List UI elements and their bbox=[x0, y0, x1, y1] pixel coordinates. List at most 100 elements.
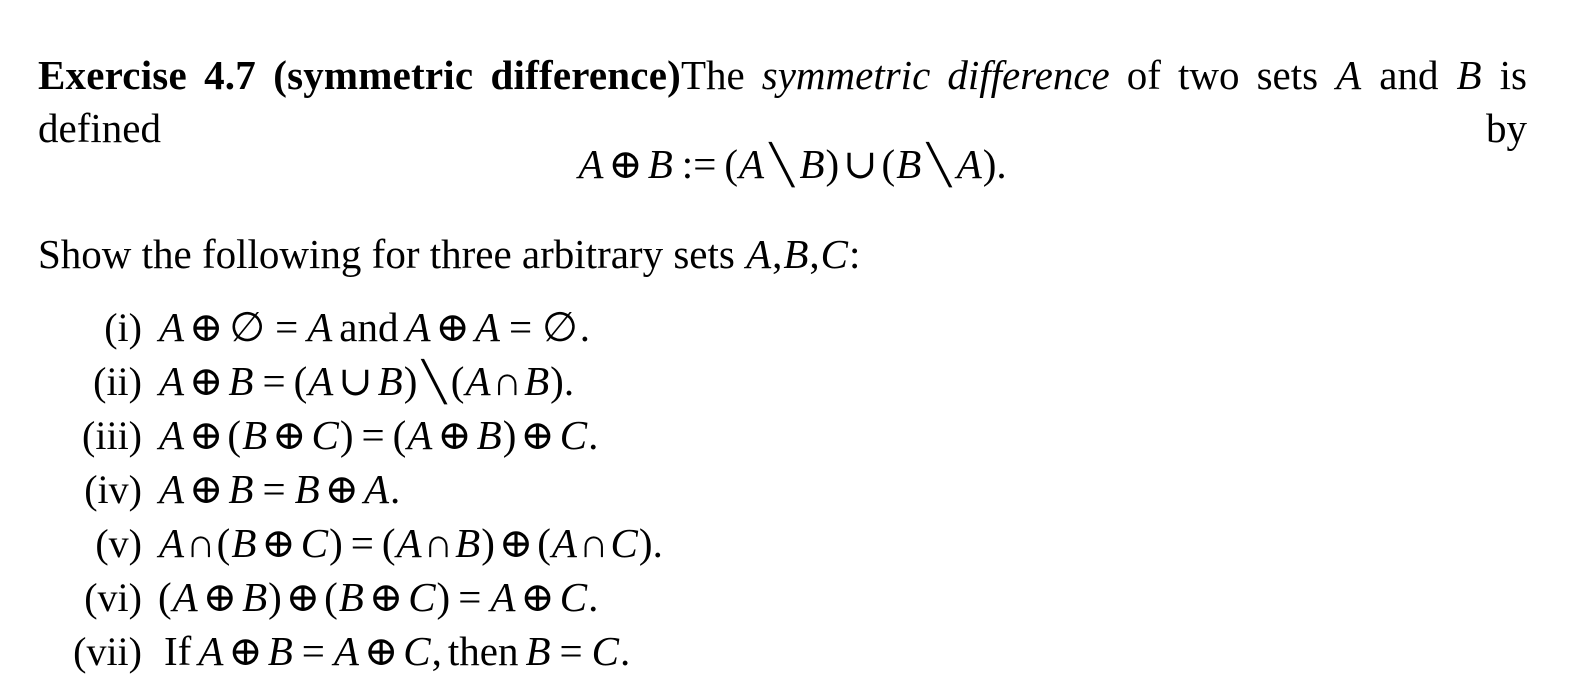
math-relation: = bbox=[350, 520, 374, 566]
intro-var-b: B bbox=[1456, 52, 1482, 98]
math-variable: A bbox=[465, 358, 491, 404]
math-operator-icon: ⊕ bbox=[189, 466, 224, 512]
math-variable: A bbox=[159, 358, 185, 404]
document-page: Exercise 4.7 (symmetric difference)The s… bbox=[0, 0, 1584, 696]
show-var-b: B bbox=[783, 231, 809, 277]
math-operator-icon: ⊕ bbox=[189, 412, 224, 458]
eq-open-paren-2: ( bbox=[881, 141, 896, 187]
math-operator-icon: ⊕ bbox=[363, 628, 399, 674]
math-punctuation: . bbox=[620, 628, 631, 674]
emptyset-icon: ∅ bbox=[229, 304, 266, 350]
display-equation: A ⊕ B:= (A ╲ B)∪(B ╲ A). bbox=[0, 138, 1584, 192]
show-colon: : bbox=[849, 231, 861, 277]
show-var-c: C bbox=[820, 231, 849, 277]
math-paren: ) bbox=[403, 358, 418, 404]
math-variable: B bbox=[228, 466, 254, 512]
math-operator-icon: ⊕ bbox=[520, 412, 555, 458]
math-variable: B bbox=[524, 358, 550, 404]
list-item-statement: A∩(B ⊕ C) = (A∩B)⊕(A∩C). bbox=[142, 516, 663, 570]
exercise-heading: Exercise 4.7 (symmetric difference) bbox=[38, 52, 681, 98]
math-variable: A bbox=[198, 628, 224, 674]
math-punctuation: . bbox=[563, 358, 575, 404]
exercise-item-list: (i) A ⊕ ∅ = Aand A ⊕ A = ∅. (ii) A ⊕ B = (A ∪ B) ╲ (A∩B). (ii… bbox=[38, 300, 1438, 678]
math-operator-icon: ⊕ bbox=[285, 574, 321, 620]
emptyset-icon: ∅ bbox=[542, 304, 578, 350]
math-variable: A bbox=[396, 520, 422, 566]
math-operator-icon: ∩ bbox=[492, 358, 523, 404]
math-relation: = bbox=[559, 628, 583, 674]
math-operator-icon: ⊕ bbox=[272, 412, 307, 458]
math-variable: A bbox=[307, 304, 333, 350]
math-variable: B bbox=[228, 358, 254, 404]
intro-var-a: A bbox=[1336, 52, 1362, 98]
exercise-list-item: (v) A∩(B ⊕ C) = (A∩B)⊕(A∩C). bbox=[38, 516, 1438, 570]
list-item-label: (v) bbox=[95, 521, 142, 566]
math-variable: A bbox=[159, 304, 185, 350]
oplus-icon: ⊕ bbox=[608, 141, 643, 187]
eq-close-paren-2: ) bbox=[982, 141, 997, 187]
math-relation: = bbox=[361, 412, 385, 458]
math-operator-icon: ⊕ bbox=[189, 304, 224, 350]
exercise-list-item: (vii) If A ⊕ B = A ⊕ C, then B = C. bbox=[38, 624, 1438, 678]
math-variable: A bbox=[490, 574, 516, 620]
math-variable: C bbox=[591, 628, 620, 674]
math-variable: B bbox=[242, 412, 268, 458]
exercise-list-item: (iii) A ⊕(B ⊕ C) = (A ⊕ B)⊕ C. bbox=[38, 408, 1438, 462]
math-variable: C bbox=[559, 574, 588, 620]
show-comma-1: , bbox=[772, 231, 783, 277]
math-variable: B bbox=[525, 628, 551, 674]
math-paren: ( bbox=[392, 412, 407, 458]
math-relation: = bbox=[301, 628, 325, 674]
math-paren: ( bbox=[450, 358, 465, 404]
eq-lhs-b: B bbox=[647, 141, 673, 187]
list-item-statement: A ⊕(B ⊕ C) = (A ⊕ B)⊕ C. bbox=[142, 408, 598, 462]
math-operator-icon: ∩ bbox=[578, 520, 609, 566]
eq-r1-a: A bbox=[738, 141, 765, 187]
math-variable: B bbox=[294, 466, 320, 512]
math-relation: = bbox=[262, 358, 286, 404]
math-operator-icon: ⊕ bbox=[189, 358, 224, 404]
math-punctuation: , bbox=[431, 628, 442, 674]
math-paren: ) bbox=[638, 520, 653, 566]
math-variable: C bbox=[408, 574, 436, 620]
math-variable: A bbox=[474, 304, 500, 350]
math-relation: = bbox=[508, 304, 533, 350]
math-variable: B bbox=[476, 412, 502, 458]
math-variable: C bbox=[559, 412, 588, 458]
math-punctuation: . bbox=[588, 574, 599, 620]
math-word: and bbox=[339, 304, 399, 350]
math-variable: B bbox=[455, 520, 481, 566]
list-item-statement: If A ⊕ B = A ⊕ C, then B = C. bbox=[142, 624, 630, 678]
math-paren: ( bbox=[293, 358, 308, 404]
math-variable: C bbox=[403, 628, 431, 674]
eq-lhs-a: A bbox=[578, 141, 604, 187]
math-operator-icon: ⊕ bbox=[324, 466, 359, 512]
math-relation: = bbox=[262, 466, 286, 512]
math-punctuation: . bbox=[390, 466, 401, 512]
eq-r1-b: B bbox=[799, 141, 825, 187]
math-variable: A bbox=[363, 466, 390, 512]
list-item-statement: A ⊕ B = (A ∪ B) ╲ (A∩B). bbox=[142, 354, 574, 410]
math-variable: A bbox=[159, 412, 185, 458]
eq-define-symbol: := bbox=[681, 141, 717, 187]
math-paren: ) bbox=[436, 574, 451, 620]
math-variable: A bbox=[308, 358, 334, 404]
list-item-label: (i) bbox=[104, 305, 142, 350]
exercise-list-item: (ii) A ⊕ B = (A ∪ B) ╲ (A∩B). bbox=[38, 354, 1438, 408]
exercise-list-item: (i) A ⊕ ∅ = Aand A ⊕ A = ∅. bbox=[38, 300, 1438, 354]
math-operator-icon: ⊕ bbox=[228, 628, 263, 674]
math-paren: ( bbox=[324, 574, 338, 620]
math-operator-icon: ∩ bbox=[423, 520, 454, 566]
math-variable: B bbox=[267, 628, 293, 674]
math-variable: A bbox=[405, 304, 431, 350]
math-operator-icon: ⊕ bbox=[520, 574, 555, 620]
eq-r2-a: A bbox=[956, 141, 982, 187]
math-variable: B bbox=[338, 574, 364, 620]
eq-period: . bbox=[996, 141, 1007, 187]
math-paren: ) bbox=[268, 574, 282, 620]
math-variable: C bbox=[311, 412, 339, 458]
list-item-statement: (A ⊕ B)⊕(B ⊕ C) = A ⊕ C. bbox=[142, 570, 598, 624]
math-paren: ) bbox=[550, 358, 564, 404]
eq-close-paren-1: ) bbox=[825, 141, 840, 187]
math-relation: = bbox=[275, 304, 299, 350]
